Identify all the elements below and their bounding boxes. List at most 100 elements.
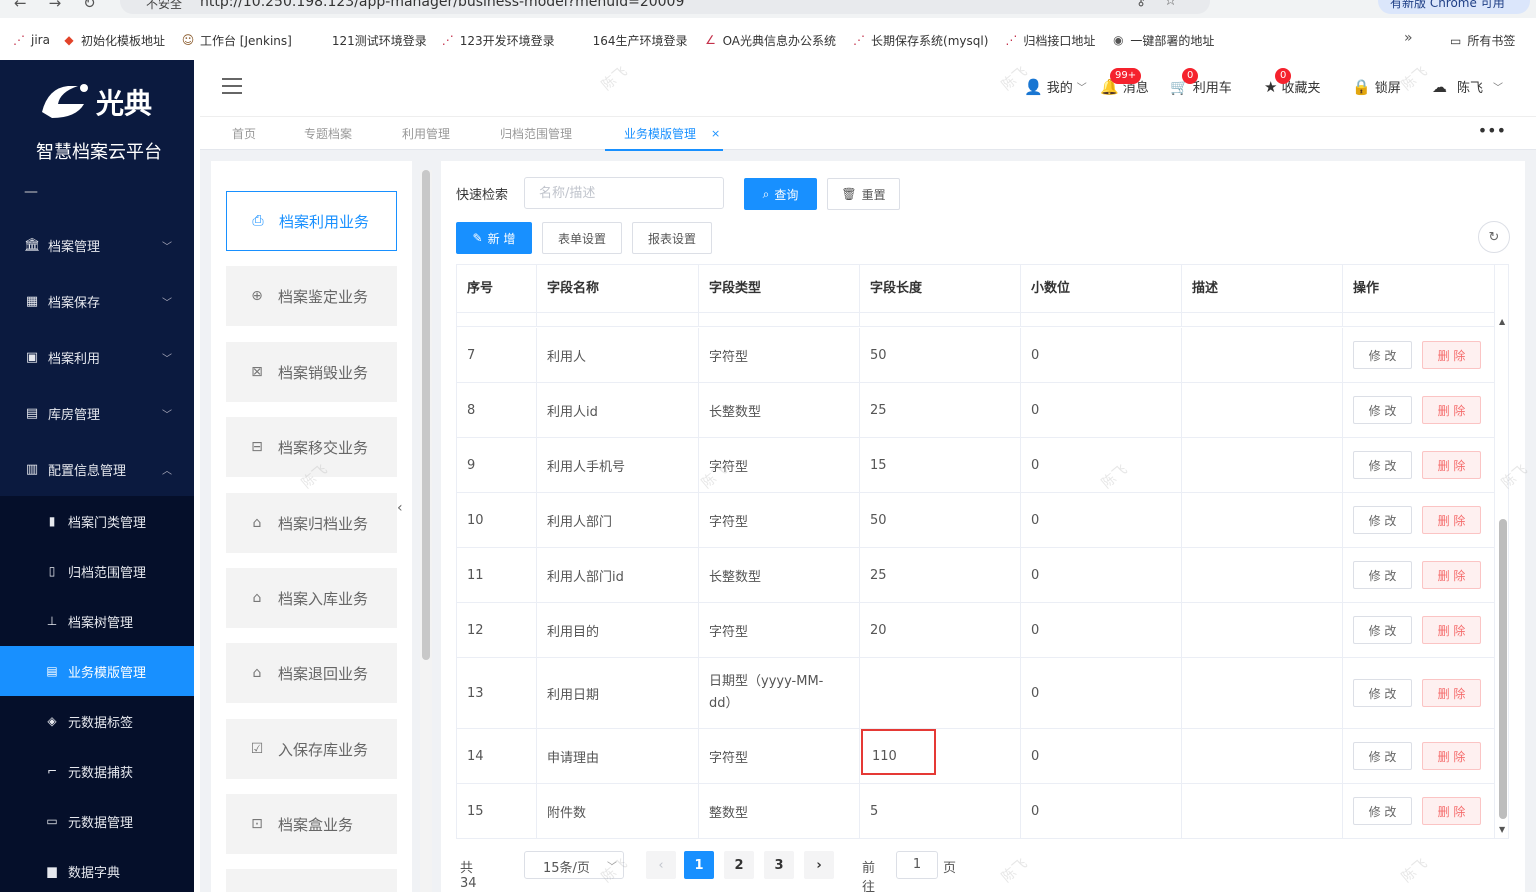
collapse-panel-icon[interactable]: ‹ <box>397 500 411 530</box>
menu-config[interactable]: ▥ 配置信息管理 ︿ <box>0 444 194 494</box>
tab-scope[interactable]: 归档范围管理 <box>500 125 572 142</box>
omnibox-icons[interactable]: ⚷☆ <box>1136 0 1195 9</box>
cell-name: 利用人部门id <box>537 548 699 602</box>
favorites-button[interactable]: ★ 收藏夹 <box>1264 77 1320 97</box>
submenu-meta-tag[interactable]: ◈ 元数据标签 <box>0 696 194 746</box>
tab-close-icon[interactable]: × <box>711 127 720 140</box>
delete-button[interactable]: 删 除 <box>1422 561 1481 589</box>
bookmark-jira[interactable]: ⋰ jira <box>12 33 50 47</box>
delete-button[interactable]: 删 除 <box>1422 451 1481 479</box>
bookmark-164[interactable]: 164生产环境登录 <box>593 32 688 49</box>
edit-button[interactable]: 修 改 <box>1353 451 1412 479</box>
scrollbar-thumb[interactable] <box>422 170 430 660</box>
page-3-button[interactable]: 3 <box>764 851 794 879</box>
tab-home[interactable]: 首页 <box>232 125 256 142</box>
submenu-meta-capture[interactable]: ⌐ 元数据捕获 <box>0 746 194 796</box>
menu-archive-management[interactable]: 🏛 档案管理 ﹀ <box>0 220 194 270</box>
chrome-update-button[interactable]: 有新版 Chrome 可用 <box>1378 0 1530 14</box>
biz-box[interactable]: ⊡ 档案盒业务 <box>226 794 397 854</box>
table-row: 8 利用人id 长整数型 25 0 修 改删 除 <box>457 383 1494 438</box>
delete-button[interactable]: 删 除 <box>1422 616 1481 644</box>
menu-toggle-icon[interactable] <box>222 78 242 94</box>
cell-decimal: 0 <box>1021 784 1182 838</box>
delete-button[interactable]: 删 除 <box>1422 797 1481 825</box>
scroll-up-icon[interactable]: ▲ <box>1499 317 1505 326</box>
biz-filing[interactable]: ⌂ 档案归档业务 <box>226 493 397 553</box>
submenu-meta-manage[interactable]: ▭ 元数据管理 <box>0 796 194 846</box>
my-menu[interactable]: 👤 我的 ﹀ <box>1024 77 1087 97</box>
biz-appraisal[interactable]: ⊕ 档案鉴定业务 <box>226 266 397 326</box>
submenu-tree[interactable]: ⊥ 档案树管理 <box>0 596 194 646</box>
scrollbar-thumb[interactable] <box>1499 519 1507 819</box>
menu-archive-storage[interactable]: ▦ 档案保存 ﹀ <box>0 276 194 326</box>
refresh-icon[interactable]: ↻ <box>1478 221 1510 253</box>
delete-button[interactable]: 删 除 <box>1422 341 1481 369</box>
bookmark-121[interactable]: 121测试环境登录 <box>332 32 427 49</box>
delete-button[interactable]: 删 除 <box>1422 742 1481 770</box>
cell-length: 50 <box>860 493 1021 547</box>
building-icon: ▤ <box>25 405 39 421</box>
edit-button[interactable]: 修 改 <box>1353 797 1412 825</box>
delete-button[interactable]: 删 除 <box>1422 679 1481 707</box>
table-scrollbar[interactable]: ▲ ▼ <box>1494 265 1508 838</box>
tab-template[interactable]: 业务模版管理 <box>624 125 696 142</box>
quick-search-input[interactable] <box>524 177 724 209</box>
bookmark-oa[interactable]: ∠ OA光典信息办公系统 <box>704 32 836 49</box>
bookmark-archive-api[interactable]: ⋰ 归档接口地址 <box>1004 32 1095 49</box>
submenu-template[interactable]: ▤ 业务模版管理 <box>0 646 194 696</box>
next-page-button[interactable]: › <box>804 851 834 879</box>
menu-warehouse[interactable]: ▤ 库房管理 ﹀ <box>0 388 194 438</box>
lock-screen-button[interactable]: 🔒 锁屏 <box>1352 77 1401 97</box>
bookmark-jenkins[interactable]: ☺ 工作台 [Jenkins] <box>181 32 292 49</box>
bookmark-deploy[interactable]: ◉ 一键部署的地址 <box>1111 32 1214 49</box>
biz-transfer[interactable]: ⊟ 档案移交业务 <box>226 417 397 477</box>
browser-nav-icons[interactable]: ←→↻ <box>14 0 118 12</box>
form-settings-button[interactable]: 表单设置 <box>542 222 622 254</box>
edit-button[interactable]: 修 改 <box>1353 396 1412 424</box>
page-1-button[interactable]: 1 <box>684 851 714 879</box>
biz-more[interactable] <box>226 869 397 892</box>
cart-button[interactable]: 🛒 利用车 <box>1170 77 1232 97</box>
menu-archive-utilization[interactable]: ▣ 档案利用 ﹀ <box>0 332 194 382</box>
edit-button[interactable]: 修 改 <box>1353 506 1412 534</box>
edit-button[interactable]: 修 改 <box>1353 341 1412 369</box>
bookmarks-more-icon[interactable]: » <box>1404 30 1413 46</box>
biz-return[interactable]: ⌂ 档案退回业务 <box>226 643 397 703</box>
query-button[interactable]: ⌕ 查询 <box>744 178 817 210</box>
delete-button[interactable]: 删 除 <box>1422 396 1481 424</box>
tab-topic[interactable]: 专题档案 <box>304 125 352 142</box>
all-bookmarks-button[interactable]: ▭ 所有书签 <box>1450 32 1515 49</box>
cell-no: 11 <box>457 548 537 602</box>
add-button[interactable]: ✎ 新 增 <box>456 222 532 254</box>
submenu-scope[interactable]: ▯ 归档范围管理 <box>0 546 194 596</box>
biz-preserve[interactable]: ☑ 入保存库业务 <box>226 719 397 779</box>
tab-utilization[interactable]: 利用管理 <box>402 125 450 142</box>
edit-button[interactable]: 修 改 <box>1353 679 1412 707</box>
scroll-down-icon[interactable]: ▼ <box>1499 825 1505 834</box>
main-content: 快速检索 ⌕查询 🗑重置 ✎新 增 表单设置 报表设置 ↻ 序号 字段名称 字段… <box>441 161 1525 892</box>
submenu-dictionary[interactable]: ▆ 数据字典 <box>0 846 194 892</box>
edit-button[interactable]: 修 改 <box>1353 561 1412 589</box>
edit-button[interactable]: 修 改 <box>1353 616 1412 644</box>
report-settings-button[interactable]: 报表设置 <box>632 222 712 254</box>
prev-page-button[interactable]: ‹ <box>646 851 676 879</box>
edit-button[interactable]: 修 改 <box>1353 742 1412 770</box>
user-menu[interactable]: ☁ 陈飞 ﹀ <box>1432 77 1503 97</box>
bookmark-mysql[interactable]: ⋰ 长期保存系统(mysql) <box>852 32 988 49</box>
goto-page-input[interactable]: 1 <box>896 851 938 879</box>
biz-storage-in[interactable]: ⌂ 档案入库业务 <box>226 568 397 628</box>
biz-destroy[interactable]: ⊠ 档案销毁业务 <box>226 342 397 402</box>
business-scrollbar[interactable] <box>420 170 432 892</box>
submenu-category[interactable]: ▮ 档案门类管理 <box>0 496 194 546</box>
table-row: 15 附件数 整数型 5 0 修 改删 除 <box>457 784 1494 838</box>
delete-button[interactable]: 删 除 <box>1422 506 1481 534</box>
bookmark-template[interactable]: ◆ 初始化模板地址 <box>62 32 165 49</box>
biz-utilization[interactable]: ⎙ 档案利用业务 <box>226 191 397 251</box>
page-2-button[interactable]: 2 <box>724 851 754 879</box>
page-size-select[interactable]: 15条/页 ﹀ <box>524 851 624 879</box>
bookmark-123[interactable]: ⋰ 123开发环境登录 <box>441 32 555 49</box>
url-text[interactable]: http://10.250.198.123/app-manager/busine… <box>200 0 684 10</box>
tab-more-icon[interactable]: ••• <box>1478 121 1506 140</box>
chevron-down-icon: ﹀ <box>162 409 172 421</box>
reset-button[interactable]: 🗑 重置 <box>827 178 900 210</box>
